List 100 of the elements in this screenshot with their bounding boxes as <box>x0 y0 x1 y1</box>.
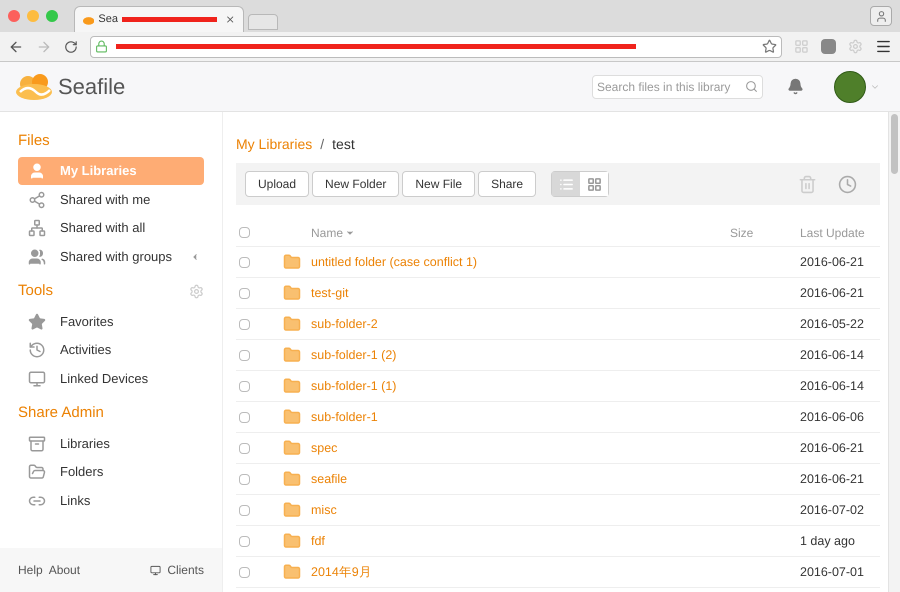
breadcrumb-current: test <box>332 134 355 154</box>
monitor-icon <box>28 370 46 388</box>
section-title: Share Admin <box>18 403 104 424</box>
search-icon[interactable] <box>745 80 758 93</box>
history-icon[interactable] <box>838 174 857 194</box>
close-window-icon[interactable] <box>8 10 20 22</box>
section-title: Files <box>18 130 50 151</box>
scrollbar[interactable] <box>888 112 900 592</box>
menu-icon[interactable] <box>875 38 892 55</box>
row-checkbox[interactable] <box>239 566 250 578</box>
minimize-window-icon[interactable] <box>27 10 39 22</box>
nav-item[interactable]: Shared with groups <box>18 242 204 270</box>
date-cell-text: 2016-07-01 <box>800 564 865 581</box>
list-view-button[interactable] <box>552 172 580 196</box>
nav-item[interactable]: Activities <box>18 336 204 364</box>
date-cell-text: 2016-06-21 <box>800 470 865 488</box>
date-cell-text: 2016-06-21 <box>800 254 865 271</box>
person-icon <box>874 10 888 22</box>
date-cell-text: 2016-05-22 <box>800 316 865 333</box>
date-cell-text: 2016-07-02 <box>800 502 865 519</box>
nav-item[interactable]: Shared with me <box>18 186 204 214</box>
folder-icon <box>283 346 301 364</box>
row-checkbox[interactable] <box>239 536 250 546</box>
row-checkbox[interactable] <box>239 288 250 298</box>
footer-link[interactable]: Help <box>18 561 43 579</box>
address-field[interactable] <box>90 36 782 58</box>
toolbar-button[interactable]: New Folder <box>312 171 400 197</box>
new-tab-button[interactable] <box>248 14 278 30</box>
date-cell-text: 1 day ago <box>800 532 856 550</box>
lock-icon <box>94 40 108 53</box>
folder-icon <box>283 532 301 550</box>
footer-link[interactable]: About <box>48 561 80 579</box>
monitor-icon[interactable] <box>150 564 162 576</box>
back-icon[interactable] <box>8 38 24 54</box>
column-header: Size <box>730 224 754 242</box>
forward-icon[interactable] <box>36 38 52 54</box>
app-logo-text: Seafile <box>58 73 126 101</box>
folder-icon <box>283 253 301 271</box>
star-icon <box>28 312 46 330</box>
settings-icon[interactable] <box>848 39 864 54</box>
nav-item[interactable]: Links <box>18 486 204 514</box>
folder-icon <box>283 377 301 395</box>
folder-icon <box>283 563 301 581</box>
row-checkbox[interactable] <box>239 256 250 268</box>
folder-icon <box>283 315 301 333</box>
profile-button[interactable] <box>870 6 892 26</box>
history-icon <box>28 341 46 359</box>
tab-logo-icon <box>83 14 94 24</box>
section-title: Tools <box>18 281 54 302</box>
breadcrumb-separator: / <box>320 134 324 154</box>
row-checkbox[interactable] <box>239 318 250 330</box>
tab-title: Sea <box>98 12 118 28</box>
row-checkbox[interactable] <box>239 474 250 484</box>
folder-icon <box>283 408 301 426</box>
group-icon <box>28 248 46 266</box>
date-cell-text: 2016-06-14 <box>800 346 865 364</box>
archive-icon <box>28 434 46 452</box>
row-checkbox[interactable] <box>239 504 250 516</box>
select-all-checkbox[interactable] <box>239 227 250 238</box>
toolbar-button[interactable]: Share <box>478 171 536 197</box>
folder-icon <box>28 463 46 481</box>
column-header: Last Update <box>800 224 866 242</box>
row-checkbox[interactable] <box>239 380 250 392</box>
grid-icon <box>586 176 602 192</box>
toolbar-button[interactable]: New File <box>402 171 476 197</box>
hierarchy-icon <box>28 219 46 237</box>
folder-icon <box>283 501 301 519</box>
settings-icon[interactable] <box>189 284 204 299</box>
grid-view-button[interactable] <box>580 172 608 196</box>
extension-icon[interactable] <box>794 39 810 54</box>
date-cell-text: 2016-06-14 <box>800 378 865 395</box>
nav-item[interactable]: Libraries <box>18 430 204 458</box>
row-checkbox[interactable] <box>239 442 250 454</box>
toolbar-button[interactable]: Upload <box>245 171 310 197</box>
date-cell-text: 2016-06-21 <box>800 440 865 457</box>
browser-tab[interactable]: Sea <box>74 6 244 32</box>
avatar[interactable] <box>834 70 866 102</box>
folder-icon <box>283 284 301 302</box>
list-icon <box>558 176 574 192</box>
nav-item[interactable]: Favorites <box>18 308 204 336</box>
nav-item[interactable]: Folders <box>18 458 204 486</box>
user-icon <box>28 162 46 180</box>
nav-item[interactable]: Linked Devices <box>18 364 204 392</box>
bookmark-star-icon[interactable] <box>762 39 778 54</box>
close-tab-icon[interactable] <box>224 14 235 25</box>
folder-icon <box>283 470 301 488</box>
nav-item[interactable]: Shared with all <box>18 214 204 242</box>
trash-icon[interactable] <box>798 174 817 194</box>
date-cell-text: 2016-06-21 <box>800 284 865 302</box>
extension-icon[interactable] <box>821 39 836 54</box>
search-field[interactable]: Search files in this library <box>592 74 763 98</box>
notification-bell-icon[interactable] <box>787 78 804 95</box>
maximize-window-icon[interactable] <box>46 10 58 22</box>
row-checkbox[interactable] <box>239 412 250 422</box>
date-cell-text: 2016-06-06 <box>800 408 865 426</box>
clients-link[interactable]: Clients <box>167 561 204 579</box>
share-icon <box>28 190 46 208</box>
folder-icon <box>283 439 301 457</box>
row-checkbox[interactable] <box>239 350 250 360</box>
reload-icon[interactable] <box>64 40 78 54</box>
